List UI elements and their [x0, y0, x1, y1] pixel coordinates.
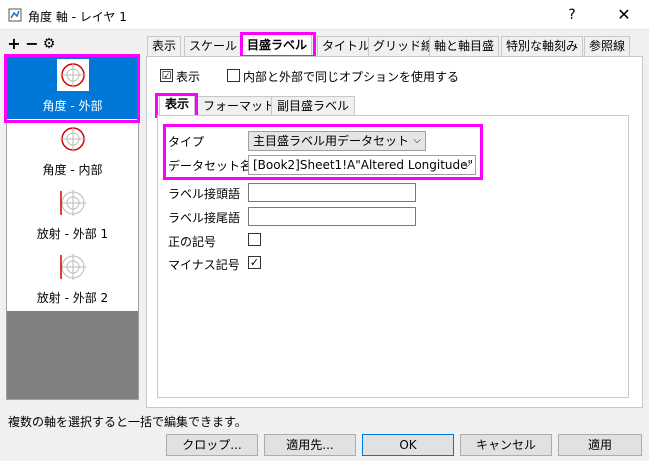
polar-axis-icon	[57, 59, 89, 91]
suffix-input[interactable]	[248, 207, 416, 226]
help-button[interactable]: ?	[560, 3, 584, 27]
window-title: 角度 軸 - レイヤ 1	[28, 10, 127, 24]
polar-axis-icon	[57, 123, 89, 155]
axis-item-angle-outer[interactable]: 角度 - 外部	[7, 55, 138, 119]
minus-sign-label: マイナス記号	[168, 258, 240, 272]
type-dropdown[interactable]: 主目盛ラベル用データセット ⌵	[248, 131, 426, 151]
ok-button[interactable]: OK	[362, 434, 454, 456]
apply-button[interactable]: 適用	[558, 434, 642, 456]
axis-list[interactable]: 角度 - 外部 角度 - 内部 放射 - 外部 1 放射 - 外部 2	[6, 54, 139, 400]
crop-button[interactable]: クロップ...	[166, 434, 258, 456]
axis-item-radial-outer-1[interactable]: 放射 - 外部 1	[7, 183, 138, 247]
plus-sign-checkbox[interactable]	[248, 233, 261, 246]
dataset-label: データセット名	[168, 159, 253, 173]
subtab-display[interactable]: 表示	[159, 94, 196, 116]
apply-to-button[interactable]: 適用先...	[264, 434, 356, 456]
type-value: 主目盛ラベル用データセット	[253, 134, 410, 148]
close-button[interactable]: ✕	[612, 3, 636, 27]
dataset-value: [Book2]Sheet1!A"Altered Longitude"	[253, 158, 474, 172]
cancel-button[interactable]: キャンセル	[460, 434, 552, 456]
plus-sign-label: 正の記号	[168, 235, 217, 249]
suffix-label: ラベル接尾語	[168, 211, 241, 225]
tab-axis-ticks[interactable]: 軸と軸目盛	[429, 36, 500, 56]
tab-title[interactable]: タイトル	[317, 36, 376, 56]
chevron-down-icon: ⌵	[463, 159, 471, 170]
tab-grid-lines[interactable]: グリッド線	[368, 36, 439, 56]
same-options-checkbox[interactable]	[227, 69, 240, 82]
dataset-dropdown[interactable]: [Book2]Sheet1!A"Altered Longitude" ⌵	[248, 155, 476, 175]
tab-special-ticks[interactable]: 特別な軸刻み	[501, 36, 584, 56]
prefix-input[interactable]	[248, 183, 416, 202]
show-label: 表示	[176, 70, 201, 84]
axis-item-label: 角度 - 外部	[42, 99, 103, 113]
prefix-label: ラベル接頭語	[168, 187, 241, 201]
subtab-format[interactable]: フォーマット	[197, 96, 282, 116]
tab-display[interactable]: 表示	[147, 36, 182, 56]
minus-sign-checkbox[interactable]: ✓	[248, 256, 261, 269]
axis-item-label: 放射 - 外部 1	[36, 227, 109, 241]
gear-icon[interactable]: ⚙	[41, 36, 57, 52]
tab-scale[interactable]: スケール	[184, 36, 243, 56]
type-label: タイプ	[168, 135, 205, 149]
radial-axis-icon	[57, 187, 89, 219]
radial-axis-icon	[57, 251, 89, 283]
tab-tick-labels[interactable]: 目盛ラベル	[242, 33, 313, 57]
axis-item-label: 放射 - 外部 2	[36, 291, 109, 305]
subtab-minor-labels[interactable]: 副目盛ラベル	[271, 96, 356, 116]
tab-reference-lines[interactable]: 参照線	[584, 36, 631, 56]
status-text: 複数の軸を選択すると一括で編集できます。	[8, 415, 247, 429]
add-axis-button[interactable]: +	[6, 36, 22, 52]
title-bar: 角度 軸 - レイヤ 1 ? ✕	[0, 0, 649, 30]
chevron-down-icon: ⌵	[413, 135, 421, 146]
axis-item-label: 角度 - 内部	[42, 163, 103, 177]
app-icon	[8, 8, 22, 22]
same-options-label: 内部と外部で同じオプションを使用する	[243, 70, 460, 84]
show-checkbox[interactable]: ☑	[160, 69, 173, 82]
axis-item-radial-outer-2[interactable]: 放射 - 外部 2	[7, 247, 138, 311]
remove-axis-button[interactable]: −	[24, 36, 40, 52]
axis-item-angle-inner[interactable]: 角度 - 内部	[7, 119, 138, 183]
